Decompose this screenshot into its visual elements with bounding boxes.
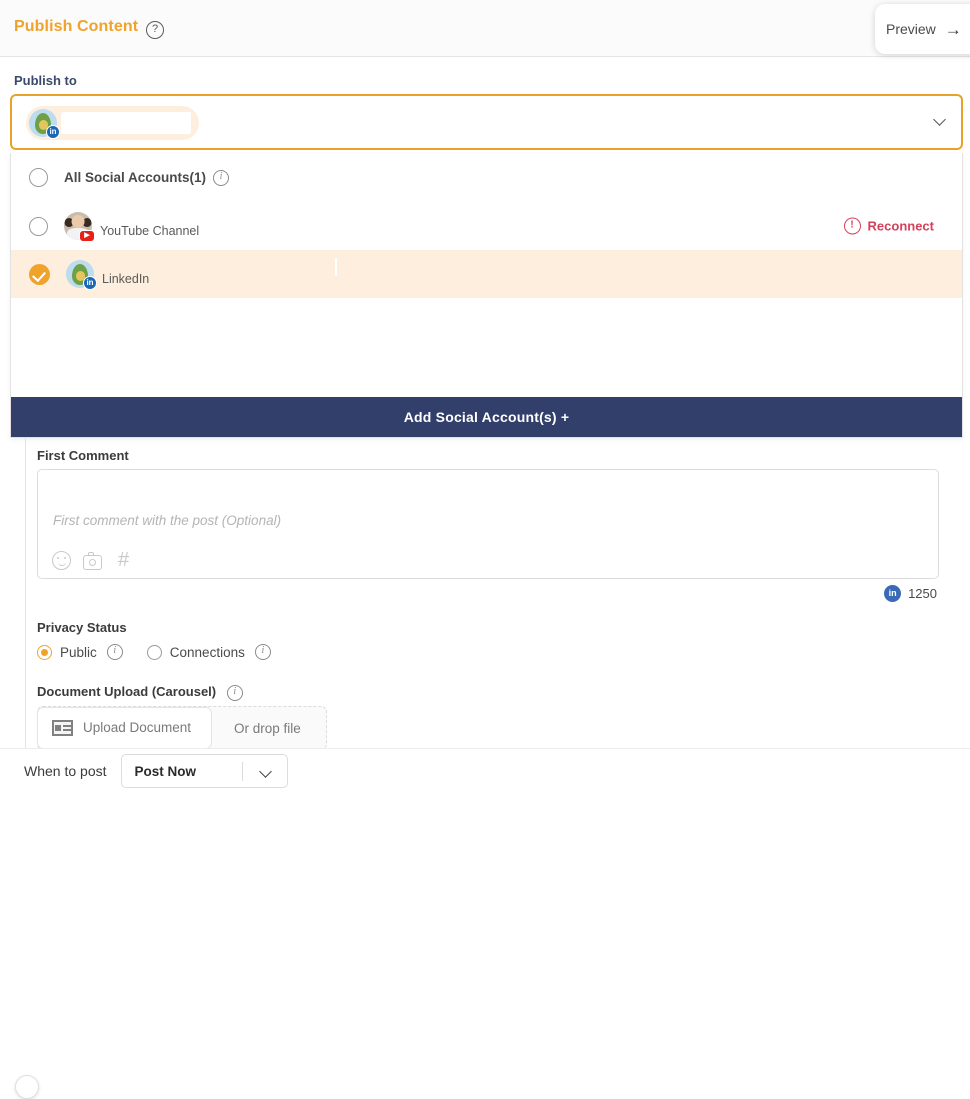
- upload-document-button[interactable]: Upload Document: [37, 706, 212, 749]
- account-name: YouTube Channel: [100, 224, 200, 239]
- arrow-right-icon: →: [944, 19, 962, 39]
- character-counter: in 1250: [884, 585, 937, 602]
- check-circle-icon[interactable]: [29, 263, 50, 285]
- preview-label: Preview: [886, 21, 936, 37]
- question-circle-icon[interactable]: ?: [146, 21, 164, 39]
- select-divider: [241, 762, 243, 781]
- info-icon[interactable]: i: [213, 169, 230, 186]
- account-info: in LinkedIn: [66, 260, 149, 290]
- reconnect-label: Reconnect: [867, 218, 934, 234]
- when-to-post-label: When to post: [24, 763, 107, 779]
- post-settings-pane: First Comment First comment with the pos…: [15, 438, 970, 1099]
- hashtag-icon[interactable]: #: [114, 550, 133, 570]
- info-icon[interactable]: i: [226, 684, 243, 701]
- upload-document-label: Upload Document: [83, 720, 192, 735]
- redacted-account-name: [61, 112, 191, 134]
- privacy-status-label: Privacy Status: [37, 620, 127, 635]
- document-icon: [52, 719, 73, 736]
- linkedin-icon: in: [884, 585, 902, 602]
- add-social-account-button[interactable]: Add Social Account(s) +: [11, 397, 962, 437]
- redaction-artifact: [335, 258, 337, 276]
- when-to-post-value: Post Now: [134, 763, 197, 779]
- document-upload-label-text: Document Upload (Carousel): [37, 684, 217, 699]
- dropdown-option-youtube-channel[interactable]: ▶ YouTube Channel ! Reconnect: [11, 202, 962, 250]
- character-count-value: 1250: [908, 586, 937, 601]
- linkedin-badge: in: [46, 125, 60, 139]
- avatar: in: [66, 260, 97, 290]
- info-icon[interactable]: i: [254, 644, 271, 660]
- radio-all-accounts[interactable]: [29, 168, 48, 187]
- publish-to-select[interactable]: in: [10, 94, 963, 150]
- publish-to-label: Publish to: [14, 73, 77, 88]
- document-upload-label: Document Upload (Carousel) i: [37, 684, 243, 701]
- selected-account-chip[interactable]: in: [26, 106, 199, 140]
- privacy-option-public[interactable]: Public i: [37, 644, 123, 660]
- linkedin-badge: in: [83, 276, 97, 290]
- info-icon[interactable]: i: [106, 644, 123, 660]
- account-platform-label: LinkedIn: [102, 272, 150, 287]
- radio-youtube-channel[interactable]: [29, 216, 48, 236]
- camera-icon[interactable]: [83, 552, 102, 570]
- collapse-panel-handle[interactable]: [15, 1075, 39, 1099]
- account-info: ▶ YouTube Channel: [64, 212, 199, 242]
- chevron-down-icon[interactable]: [934, 115, 947, 128]
- preview-button[interactable]: Preview →: [875, 4, 970, 54]
- radio-connections[interactable]: [146, 644, 162, 660]
- radio-public[interactable]: [37, 644, 52, 660]
- document-dropzone[interactable]: Upload Document Or drop file: [37, 706, 327, 750]
- dropdown-option-linkedin[interactable]: in LinkedIn: [11, 250, 962, 298]
- footer-bar: When to post Post Now: [0, 748, 970, 793]
- privacy-status-options: Public i Connections i: [37, 644, 285, 660]
- privacy-option-label: Connections: [169, 644, 245, 660]
- warning-circle-icon: !: [843, 217, 861, 235]
- privacy-option-label: Public: [60, 644, 97, 660]
- account-dropdown-panel: All Social Accounts(1) i ▶ YouTube Chann…: [10, 153, 963, 438]
- youtube-badge: ▶: [79, 230, 95, 242]
- first-comment-placeholder: First comment with the post (Optional): [53, 513, 282, 528]
- drop-file-label: Or drop file: [234, 720, 301, 736]
- privacy-option-connections[interactable]: Connections i: [146, 644, 271, 660]
- account-text: YouTube Channel: [100, 224, 199, 240]
- account-text: LinkedIn: [102, 261, 149, 288]
- app-header: Publish Content ? Preview →: [0, 0, 970, 57]
- dropdown-option-all-social-accounts[interactable]: All Social Accounts(1) i: [11, 153, 962, 202]
- emoji-icon[interactable]: [52, 551, 71, 570]
- avatar: ▶: [64, 212, 95, 242]
- page-title: Publish Content: [14, 18, 139, 35]
- comment-toolbar: #: [52, 550, 133, 570]
- when-to-post-select[interactable]: Post Now: [120, 754, 288, 788]
- avatar: in: [29, 109, 60, 139]
- chevron-down-icon[interactable]: [261, 767, 271, 777]
- first-comment-input[interactable]: First comment with the post (Optional) #: [37, 469, 939, 579]
- reconnect-action[interactable]: ! Reconnect: [843, 217, 934, 235]
- first-comment-label: First Comment: [37, 448, 129, 463]
- dropdown-option-label: All Social Accounts(1): [64, 170, 207, 185]
